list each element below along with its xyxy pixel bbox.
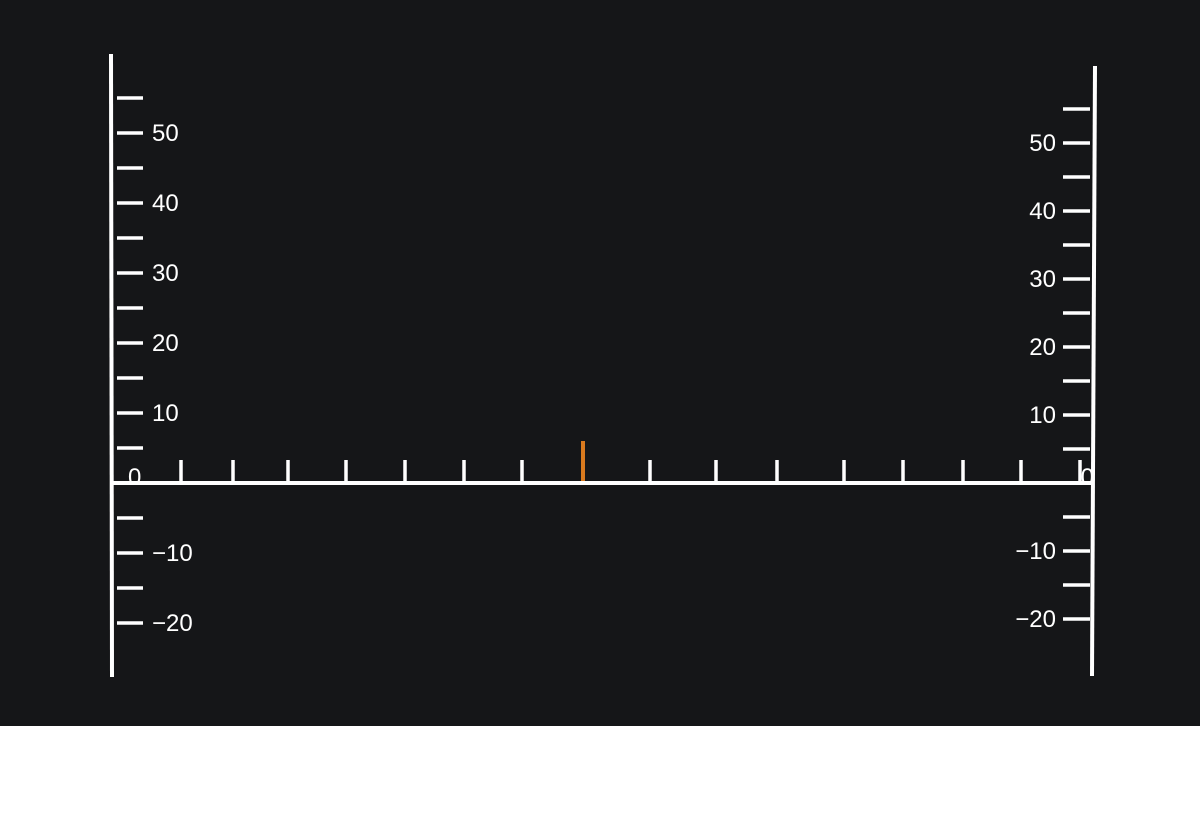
left-scale-label: 0 [128, 464, 141, 491]
right-scale-label: 20 [1029, 334, 1056, 361]
left-vertical-scale: 50 40 30 20 10 0 −10 −20 [109, 53, 193, 678]
scale-graphic: 50 40 30 20 10 0 −10 −20 50 40 30 20 10 0 −10 −20 [109, 53, 1097, 678]
right-scale-label: 10 [1029, 402, 1056, 429]
right-scale-label: 0 [1081, 464, 1094, 491]
right-scale-label: 40 [1029, 198, 1056, 225]
horizontal-scale [112, 441, 1092, 485]
left-scale-label: −10 [152, 540, 193, 567]
right-axis-line [1090, 65, 1097, 677]
left-scale-label: −20 [152, 610, 193, 637]
left-axis-line [109, 53, 114, 678]
right-scale-label: −20 [1015, 606, 1056, 633]
left-scale-label: 30 [152, 260, 179, 287]
right-vertical-scale: 50 40 30 20 10 0 −10 −20 [1015, 65, 1097, 677]
left-scale-label: 20 [152, 330, 179, 357]
left-scale-label: 10 [152, 400, 179, 427]
right-scale-label: −10 [1015, 538, 1056, 565]
right-scale-label: 30 [1029, 266, 1056, 293]
empty-bottom-area [0, 726, 1200, 823]
left-scale-label: 40 [152, 190, 179, 217]
scale-canvas: 50 40 30 20 10 0 −10 −20 50 40 30 20 10 0 −10 −20 [0, 0, 1200, 726]
right-scale-label: 50 [1029, 130, 1056, 157]
left-scale-label: 50 [152, 120, 179, 147]
